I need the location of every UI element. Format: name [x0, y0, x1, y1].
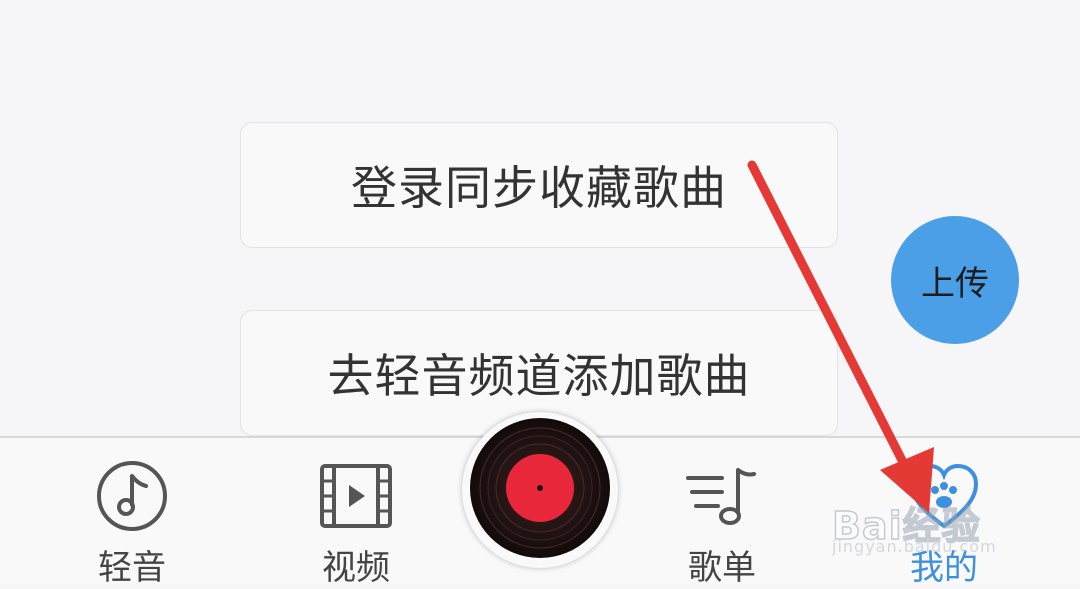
add-songs-label: 去轻音频道添加歌曲	[327, 349, 751, 403]
tab-video[interactable]: 视频	[281, 456, 431, 588]
film-play-icon	[316, 456, 396, 536]
tab-video-label: 视频	[322, 548, 390, 588]
login-sync-label: 登录同步收藏歌曲	[351, 161, 727, 215]
tab-light-music-label: 轻音	[98, 548, 166, 588]
tab-playlist[interactable]: 歌单	[647, 456, 797, 588]
login-sync-button[interactable]: 登录同步收藏歌曲	[240, 122, 838, 248]
vinyl-record-icon	[468, 416, 612, 564]
player-disc-button[interactable]	[462, 412, 618, 568]
tab-playlist-label: 歌单	[688, 548, 756, 588]
tab-mine[interactable]: 我的	[869, 456, 1019, 588]
heart-paw-icon	[904, 456, 984, 536]
tab-light-music[interactable]: 轻音	[57, 456, 207, 588]
music-note-circle-icon	[92, 456, 172, 536]
main-content: 登录同步收藏歌曲 去轻音频道添加歌曲 上传	[0, 0, 1080, 436]
playlist-icon	[682, 456, 762, 536]
upload-label: 上传	[921, 263, 989, 304]
tab-mine-label: 我的	[910, 548, 978, 588]
upload-button[interactable]: 上传	[891, 216, 1019, 344]
